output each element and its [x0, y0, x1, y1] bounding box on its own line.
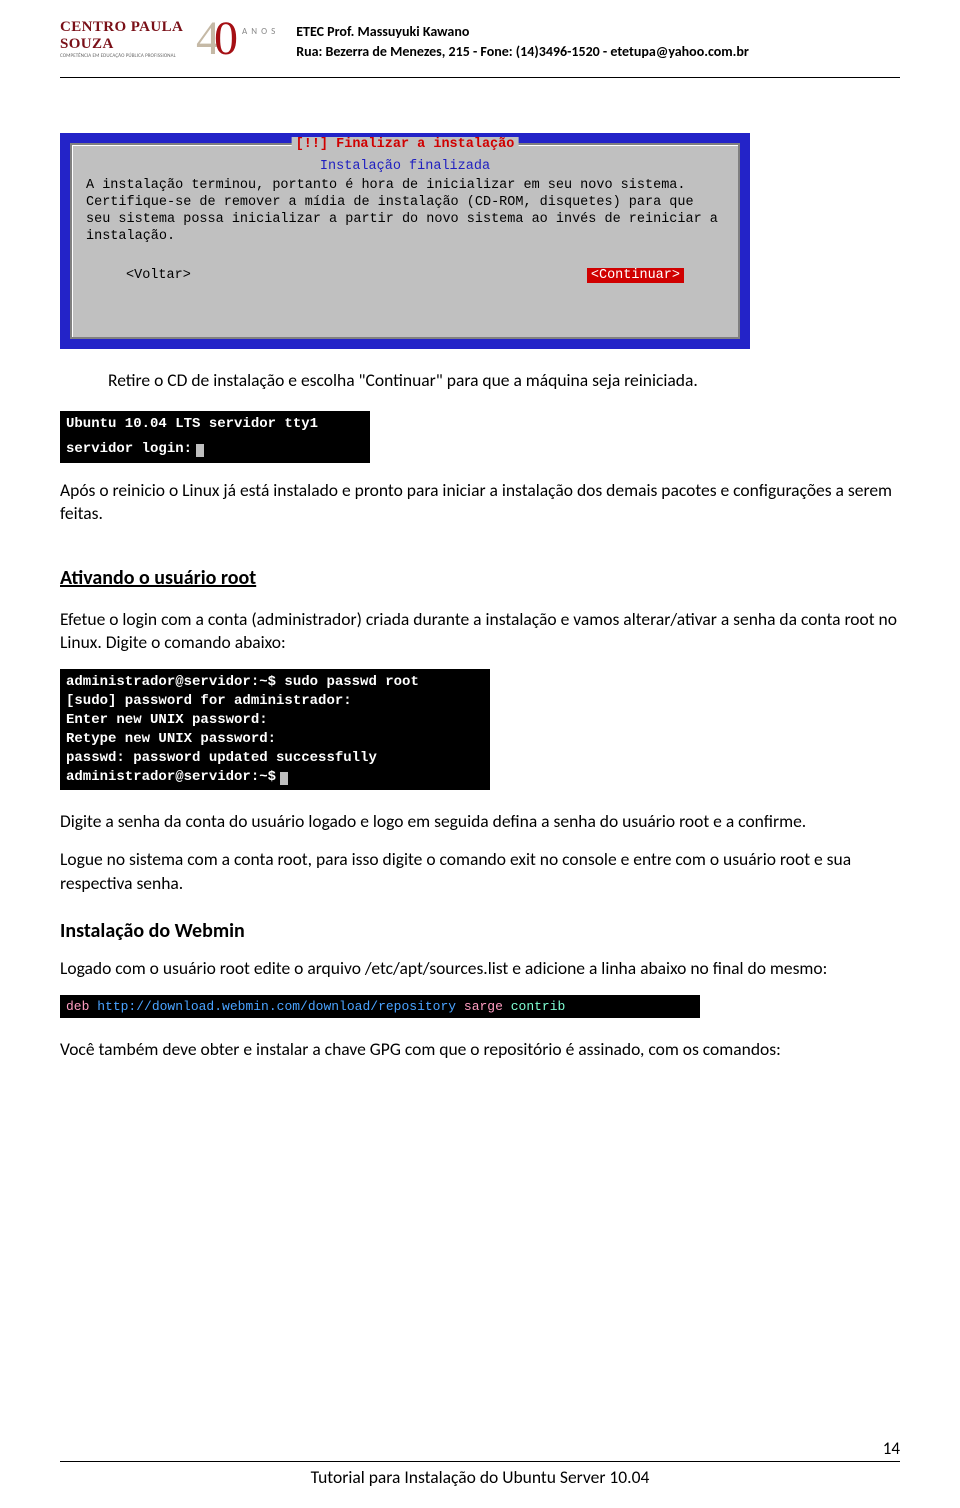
- logo-sub: COMPETÊNCIA EM EDUCAÇÃO PÚBLICA PROFISSI…: [60, 53, 194, 59]
- installer-subtitle: Instalação finalizada: [86, 159, 724, 174]
- installer-screenshot: [!!] Finalizar a instalação Instalação f…: [60, 133, 750, 349]
- term-line: [sudo] password for administrador:: [66, 692, 484, 711]
- term-line: Retype new UNIX password:: [66, 730, 484, 749]
- school-name: ETEC Prof. Massuyuki Kawano: [296, 22, 900, 42]
- login-terminal: Ubuntu 10.04 LTS servidor tty1 servidor …: [60, 411, 370, 463]
- deb-line-terminal: deb http://download.webmin.com/download/…: [60, 995, 700, 1019]
- heading-root: Ativando o usuário root: [60, 566, 900, 590]
- back-button[interactable]: <Voltar>: [126, 268, 191, 283]
- installer-panel: [!!] Finalizar a instalação Instalação f…: [70, 143, 740, 339]
- anos-label: A N O S: [242, 26, 276, 37]
- login-banner: Ubuntu 10.04 LTS servidor tty1: [66, 415, 364, 434]
- passwd-terminal: administrador@servidor:~$ sudo passwd ro…: [60, 669, 490, 790]
- footer-rule: [60, 1461, 900, 1462]
- page-number: 14: [60, 1438, 900, 1459]
- logo-main: CENTRO PAULA SOUZA: [60, 19, 194, 53]
- cps-logo: CENTRO PAULA SOUZA COMPETÊNCIA EM EDUCAÇ…: [60, 20, 194, 58]
- paragraph-retire-cd: Retire o CD de instalação e escolha "Con…: [60, 369, 900, 393]
- cursor-icon: [196, 444, 204, 457]
- logo: CENTRO PAULA SOUZA COMPETÊNCIA EM EDUCAÇ…: [60, 20, 276, 58]
- paragraph-gpg: Você também deve obter e instalar a chav…: [60, 1038, 900, 1062]
- anniversary-logo: 4 0 A N O S: [196, 20, 276, 58]
- school-address: Rua: Bezerra de Menezes, 215 - Fone: (14…: [296, 42, 900, 62]
- paragraph-logue-root: Logue no sistema com a conta root, para …: [60, 848, 900, 895]
- login-prompt: servidor login:: [66, 440, 364, 459]
- term-line: administrador@servidor:~$ sudo passwd ro…: [66, 673, 484, 692]
- paragraph-sources-list: Logado com o usuário root edite o arquiv…: [60, 957, 900, 981]
- paragraph-efetue-login: Efetue o login com a conta (administrado…: [60, 608, 900, 655]
- deb-dist: sarge: [464, 999, 503, 1014]
- page-footer: 14 Tutorial para Instalação do Ubuntu Se…: [60, 1438, 900, 1488]
- deb-url: http://download.webmin.com/download/repo…: [97, 999, 456, 1014]
- digit-0-icon: 0: [214, 20, 238, 58]
- paragraph-apos-reinicio: Após o reinicio o Linux já está instalad…: [60, 479, 900, 526]
- term-line: administrador@servidor:~$: [66, 768, 484, 787]
- footer-title: Tutorial para Instalação do Ubuntu Serve…: [60, 1466, 900, 1488]
- installer-buttons: <Voltar> <Continuar>: [86, 268, 724, 283]
- installer-body: A instalação terminou, portanto é hora d…: [86, 178, 724, 246]
- continue-button[interactable]: <Continuar>: [587, 268, 684, 283]
- term-line: passwd: password updated successfully: [66, 749, 484, 768]
- cursor-icon: [280, 772, 288, 785]
- heading-webmin: Instalação do Webmin: [60, 919, 900, 943]
- deb-keyword: deb: [66, 999, 89, 1014]
- paragraph-digite-senha: Digite a senha da conta do usuário logad…: [60, 810, 900, 834]
- deb-component: contrib: [511, 999, 566, 1014]
- installer-title: [!!] Finalizar a instalação: [292, 137, 519, 152]
- page-header: CENTRO PAULA SOUZA COMPETÊNCIA EM EDUCAÇ…: [60, 20, 900, 71]
- header-text: ETEC Prof. Massuyuki Kawano Rua: Bezerra…: [296, 20, 900, 61]
- content: [!!] Finalizar a instalação Instalação f…: [60, 78, 900, 1062]
- term-line: Enter new UNIX password:: [66, 711, 484, 730]
